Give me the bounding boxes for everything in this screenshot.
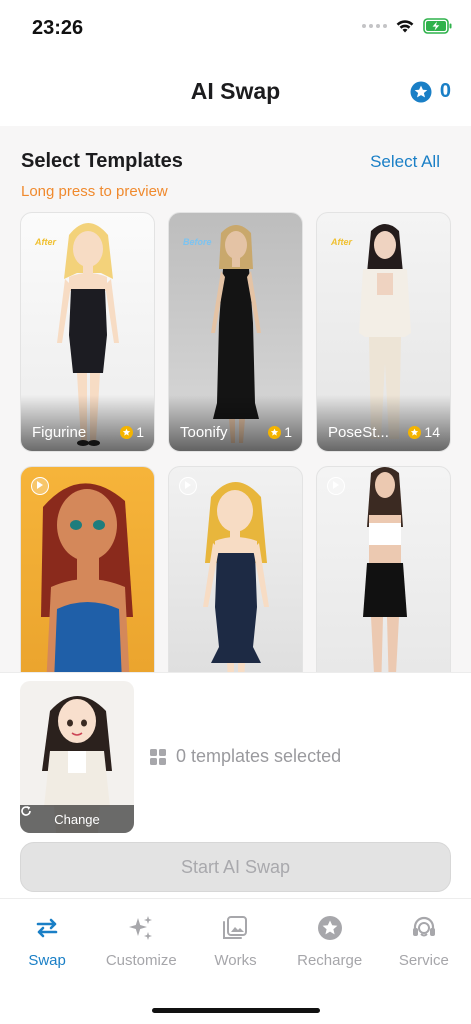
gallery-icon <box>220 913 250 943</box>
status-bar: 23:26 <box>0 0 471 58</box>
selection-summary: 0 templates selected <box>150 746 341 767</box>
action-panel: Change 0 templates selected Start AI Swa… <box>0 672 471 898</box>
preview-hint: Long press to preview <box>21 183 168 200</box>
template-thumbnail <box>203 482 269 672</box>
select-all-button[interactable]: Select All <box>370 152 440 172</box>
play-icon <box>31 477 49 495</box>
template-cost: 1 <box>268 424 292 440</box>
coin-balance[interactable]: 0 <box>410 80 451 103</box>
after-tag: After <box>331 237 353 247</box>
battery-charging-icon <box>423 18 452 34</box>
star-badge-icon <box>315 913 345 943</box>
template-name: PoseSt... <box>328 424 389 441</box>
tab-swap[interactable]: Swap <box>0 913 94 969</box>
swap-icon <box>32 913 62 943</box>
template-cost: 1 <box>120 424 144 440</box>
template-name: Figurine <box>32 424 87 441</box>
selected-count-text: 0 templates selected <box>176 746 342 766</box>
template-thumbnail <box>363 467 407 672</box>
card-footer: Toonify 1 <box>169 395 302 451</box>
tab-customize[interactable]: Customize <box>94 913 188 969</box>
tab-label: Swap <box>28 952 66 969</box>
change-label: Change <box>54 811 100 827</box>
card-footer: PoseSt... 14 <box>317 395 450 451</box>
change-photo-button[interactable]: Change <box>20 805 134 833</box>
template-card-video-3[interactable] <box>316 466 451 672</box>
template-card-posestyle[interactable]: After PoseSt... 14 <box>316 212 451 452</box>
template-name: Toonify <box>180 424 228 441</box>
coin-star-icon <box>268 425 282 439</box>
headset-icon <box>409 913 439 943</box>
tab-works[interactable]: Works <box>188 913 282 969</box>
coin-star-icon <box>120 425 134 439</box>
coin-count: 0 <box>439 80 451 102</box>
tab-label: Works <box>214 952 257 969</box>
wifi-icon <box>396 20 414 33</box>
uploaded-photo[interactable]: Change <box>20 681 134 833</box>
status-icons <box>362 18 453 34</box>
tab-recharge[interactable]: Recharge <box>283 913 377 969</box>
start-button-label: Start AI Swap <box>180 856 291 877</box>
template-thumbnail <box>41 483 133 672</box>
section-title: Select Templates <box>21 150 183 172</box>
tab-label: Customize <box>105 952 177 969</box>
template-card-toonify[interactable]: Before Toonify 1 <box>168 212 303 452</box>
template-cost-value: 1 <box>136 424 144 440</box>
template-grid: After Figurine 1 Before Toonify 1 After … <box>20 212 451 672</box>
sparkle-icon <box>126 913 156 943</box>
status-time: 23:26 <box>32 17 84 39</box>
cellular-signal-icon <box>362 24 387 28</box>
tab-label: Recharge <box>297 952 363 969</box>
template-cost-value: 14 <box>424 424 440 440</box>
coin-star-icon <box>408 425 422 439</box>
template-card-video-1[interactable] <box>20 466 155 672</box>
play-icon <box>327 477 345 495</box>
coin-star-icon <box>410 81 432 102</box>
card-footer: Figurine 1 <box>21 395 154 451</box>
tab-service[interactable]: Service <box>377 913 471 969</box>
start-ai-swap-button[interactable]: Start AI Swap <box>20 842 451 892</box>
app-header: AI Swap 0 <box>0 58 471 126</box>
after-tag: After <box>35 237 57 247</box>
template-card-figurine[interactable]: After Figurine 1 <box>20 212 155 452</box>
grid-icon <box>150 748 166 765</box>
tab-label: Service <box>398 952 449 969</box>
play-icon <box>179 477 197 495</box>
tab-bar: Swap Customize Works Recharge Service <box>0 898 471 1024</box>
before-tag: Before <box>183 237 212 247</box>
template-cost-value: 1 <box>284 424 292 440</box>
home-indicator[interactable] <box>152 1008 320 1013</box>
page-title: AI Swap <box>190 78 281 104</box>
template-cost: 14 <box>408 424 440 440</box>
template-card-video-2[interactable] <box>168 466 303 672</box>
templates-section: Select Templates Select All Long press t… <box>0 126 471 672</box>
refresh-icon <box>21 806 31 816</box>
